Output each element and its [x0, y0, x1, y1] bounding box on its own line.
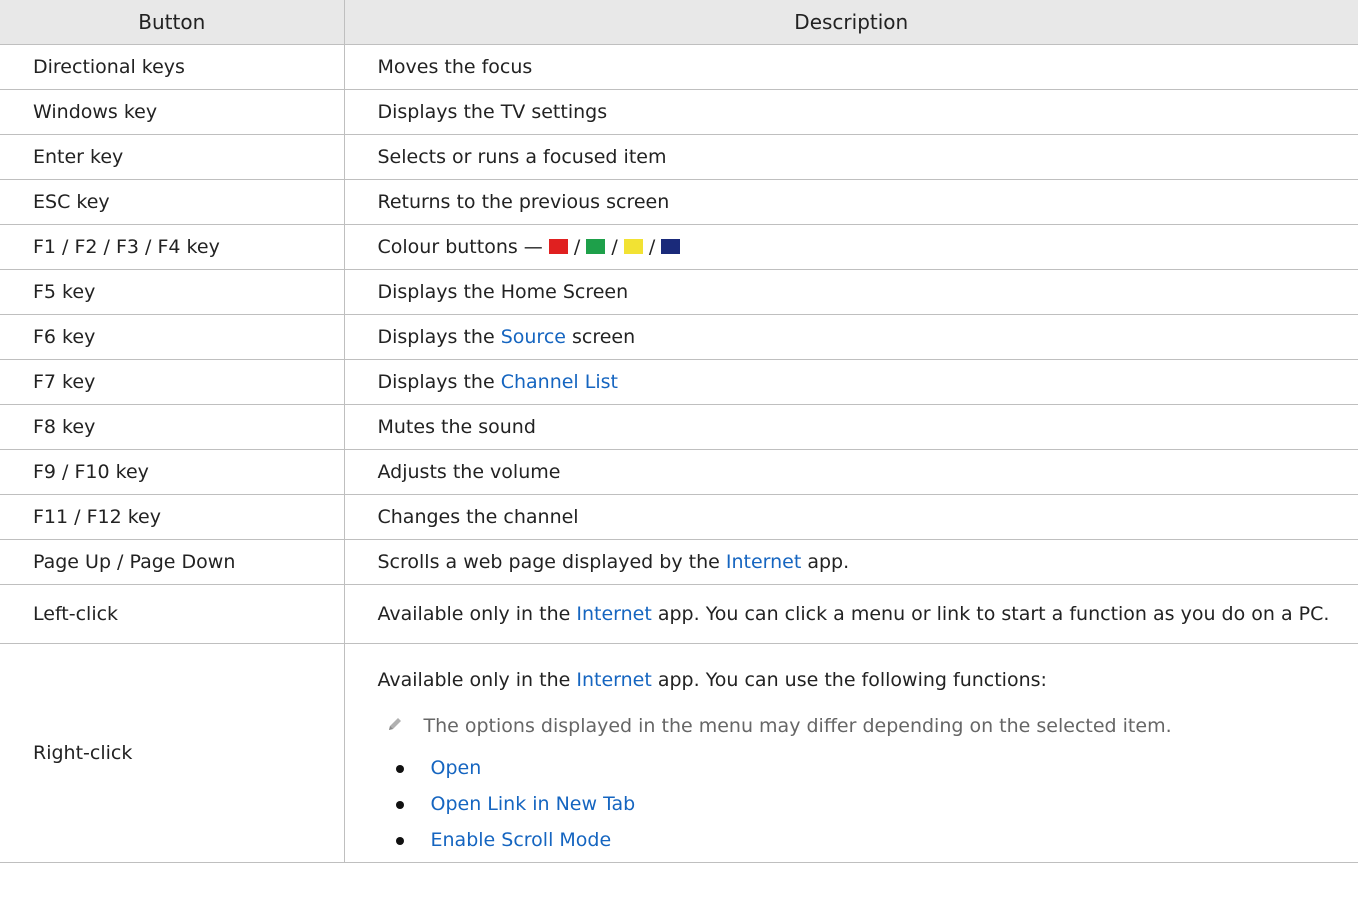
table-row: F1 / F2 / F3 / F4 key Colour buttons — /… [0, 224, 1358, 270]
table-row: F5 key Displays the Home Screen [0, 269, 1358, 315]
description-cell: Available only in the Internet app. You … [344, 584, 1358, 644]
description-text: Available only in the [377, 603, 577, 625]
description-cell: Changes the channel [344, 494, 1358, 540]
bullet-icon [395, 765, 404, 773]
button-cell: Directional keys [0, 44, 345, 90]
button-cell: F8 key [0, 404, 345, 450]
source-link[interactable]: Source [501, 326, 566, 348]
description-text: Available only in the [377, 669, 577, 691]
description-text: Displays the [377, 371, 501, 393]
channel-list-link[interactable]: Channel List [501, 371, 618, 393]
button-cell: Left-click [0, 584, 345, 644]
table-row: Right-click Available only in the Intern… [0, 643, 1358, 863]
description-cell: Available only in the Internet app. You … [344, 643, 1358, 863]
button-cell: Right-click [0, 643, 345, 863]
open-link-new-tab-link[interactable]: Open Link in New Tab [431, 793, 636, 815]
button-cell: F9 / F10 key [0, 449, 345, 495]
button-cell: ESC key [0, 179, 345, 225]
description-cell: Displays the Source screen [344, 314, 1358, 360]
list-item: Open Link in New Tab [378, 786, 1358, 822]
open-link[interactable]: Open [431, 757, 482, 779]
button-cell: F11 / F12 key [0, 494, 345, 540]
keyboard-mouse-function-table: Button Description Directional keys Move… [0, 0, 1358, 863]
function-list: Open Open Link in New Tab Enable Scroll … [378, 750, 1358, 858]
description-text: app. [801, 551, 850, 573]
button-cell: F5 key [0, 269, 345, 315]
description-cell: Colour buttons — / / / [344, 224, 1358, 270]
table-row: F8 key Mutes the sound [0, 404, 1358, 450]
internet-link[interactable]: Internet [726, 551, 801, 573]
description-cell: Displays the TV settings [344, 89, 1358, 135]
description-text: Colour buttons — [377, 236, 549, 258]
table-row: Directional keys Moves the focus [0, 44, 1358, 90]
description-cell: Adjusts the volume [344, 449, 1358, 495]
button-cell: F7 key [0, 359, 345, 405]
button-cell: Page Up / Page Down [0, 539, 345, 585]
pencil-icon [386, 715, 412, 738]
yellow-swatch-icon [623, 239, 643, 254]
description-text: Scrolls a web page displayed by the [377, 551, 726, 573]
red-swatch-icon [548, 239, 568, 254]
header-description: Description [344, 0, 1358, 45]
right-click-details: Available only in the Internet app. You … [378, 644, 1358, 862]
button-cell: Windows key [0, 89, 345, 135]
table-row: Windows key Displays the TV settings [0, 89, 1358, 135]
bullet-icon [395, 837, 404, 845]
internet-link[interactable]: Internet [576, 603, 651, 625]
separator: / [605, 236, 624, 258]
button-cell: F6 key [0, 314, 345, 360]
table-row: F9 / F10 key Adjusts the volume [0, 449, 1358, 495]
enable-scroll-mode-link[interactable]: Enable Scroll Mode [431, 829, 612, 851]
table-row: Page Up / Page Down Scrolls a web page d… [0, 539, 1358, 585]
list-item: Enable Scroll Mode [378, 822, 1358, 858]
description-line: Available only in the Internet app. You … [378, 658, 1358, 702]
description-cell: Returns to the previous screen [344, 179, 1358, 225]
note: The options displayed in the menu may di… [378, 702, 1358, 750]
description-text: app. You can use the following functions… [651, 669, 1047, 691]
table-header-row: Button Description [0, 0, 1358, 45]
description-cell: Moves the focus [344, 44, 1358, 90]
description-cell: Displays the Home Screen [344, 269, 1358, 315]
description-cell: Scrolls a web page displayed by the Inte… [344, 539, 1358, 585]
pencil-icon-svg [388, 717, 401, 730]
blue-swatch-icon [661, 239, 681, 254]
table-row: ESC key Returns to the previous screen [0, 179, 1358, 225]
table-row: Left-click Available only in the Interne… [0, 584, 1358, 644]
note-text: The options displayed in the menu may di… [423, 715, 1172, 737]
green-swatch-icon [586, 239, 606, 254]
table-row: F6 key Displays the Source screen [0, 314, 1358, 360]
description-text: Displays the [377, 326, 501, 348]
header-button: Button [0, 0, 345, 45]
description-text: app. You can click a menu or link to sta… [651, 603, 1330, 625]
description-cell: Mutes the sound [344, 404, 1358, 450]
table-row: F11 / F12 key Changes the channel [0, 494, 1358, 540]
button-cell: Enter key [0, 134, 345, 180]
table-row: F7 key Displays the Channel List [0, 359, 1358, 405]
button-cell: F1 / F2 / F3 / F4 key [0, 224, 345, 270]
list-item: Open [378, 750, 1358, 786]
bullet-icon [395, 801, 404, 809]
internet-link[interactable]: Internet [576, 669, 651, 691]
table-row: Enter key Selects or runs a focused item [0, 134, 1358, 180]
description-cell: Selects or runs a focused item [344, 134, 1358, 180]
description-cell: Displays the Channel List [344, 359, 1358, 405]
separator: / [642, 236, 662, 258]
separator: / [567, 236, 587, 258]
description-text: screen [565, 326, 636, 348]
